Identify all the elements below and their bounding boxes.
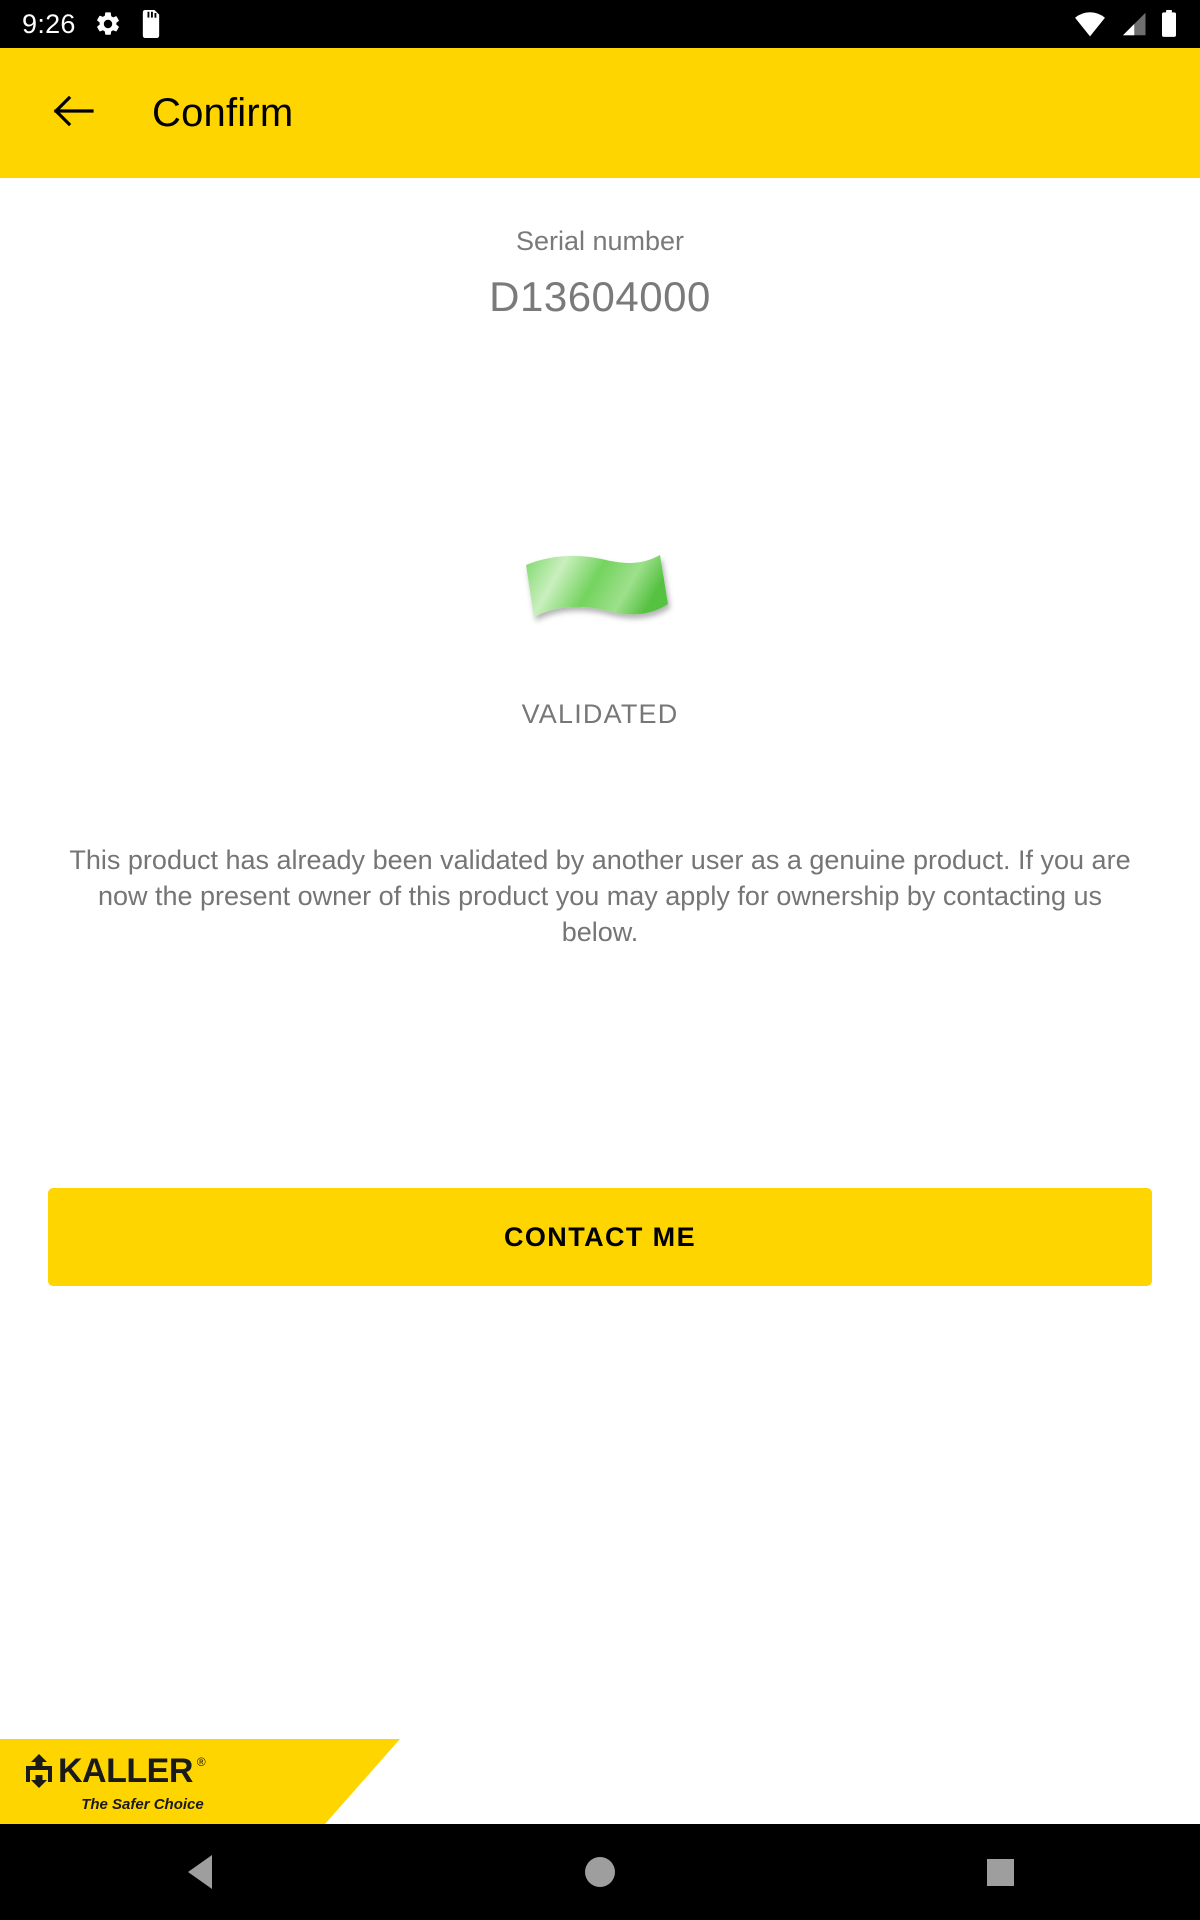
contact-me-button[interactable]: CONTACT ME bbox=[48, 1188, 1152, 1286]
serial-number-label: Serial number bbox=[515, 226, 685, 256]
registered-trademark-icon: ® bbox=[196, 1755, 206, 1769]
brand-name: KALLER bbox=[58, 1752, 193, 1790]
status-bar: 9:26 bbox=[0, 0, 1200, 48]
validation-status-text: VALIDATED bbox=[521, 699, 679, 729]
nav-home-icon bbox=[585, 1857, 615, 1887]
wifi-icon bbox=[1074, 11, 1106, 37]
serial-number-value: D13604000 bbox=[489, 273, 711, 320]
back-button[interactable] bbox=[46, 85, 102, 141]
validation-description: This product has already been validated … bbox=[69, 845, 1131, 947]
nav-recents-button[interactable] bbox=[940, 1824, 1060, 1920]
validation-status-icon-wrapper bbox=[500, 543, 700, 653]
main-content: Serial number D13604000 VALIDATED This p… bbox=[0, 178, 1200, 1824]
back-arrow-icon bbox=[51, 91, 97, 136]
android-navigation-bar bbox=[0, 1824, 1200, 1920]
nav-home-button[interactable] bbox=[540, 1824, 660, 1920]
brand-name-row: KALLER ® bbox=[24, 1754, 206, 1793]
status-bar-left: 9:26 bbox=[22, 9, 162, 40]
brand-logo-group: KALLER ® The Safer Choice bbox=[0, 1750, 206, 1813]
gear-icon bbox=[94, 10, 122, 38]
green-flag-icon bbox=[520, 541, 680, 656]
battery-icon bbox=[1160, 10, 1178, 38]
app-bar: Confirm bbox=[0, 48, 1200, 178]
page-title: Confirm bbox=[152, 90, 294, 135]
kaller-spring-logo-icon bbox=[24, 1754, 54, 1793]
brand-footer-banner: KALLER ® The Safer Choice bbox=[0, 1739, 400, 1824]
nav-back-button[interactable] bbox=[140, 1824, 260, 1920]
cellular-signal-icon bbox=[1118, 11, 1148, 37]
nav-back-icon bbox=[188, 1855, 212, 1889]
sd-card-icon bbox=[140, 10, 162, 38]
status-bar-right bbox=[1074, 10, 1178, 38]
brand-tagline: The Safer Choice bbox=[81, 1796, 204, 1813]
nav-recents-icon bbox=[986, 1858, 1014, 1886]
status-bar-clock: 9:26 bbox=[22, 8, 76, 39]
